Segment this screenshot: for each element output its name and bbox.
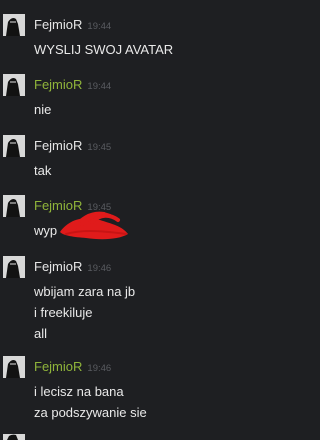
message-line: i lecisz na bana <box>34 384 124 399</box>
message-body: tak <box>34 160 51 181</box>
author-name[interactable]: FejmioR <box>34 138 82 153</box>
timestamp: 19:46 <box>87 263 112 274</box>
message-header: FejmioR 19:44 <box>34 77 111 94</box>
message-body: nie <box>34 99 51 120</box>
message-body: wbijam zara na jb i freekiluje all <box>34 281 135 344</box>
message-line: wbijam zara na jb <box>34 284 136 299</box>
avatar-icon[interactable] <box>3 195 25 217</box>
author-name[interactable]: FejmioR <box>34 359 82 374</box>
message-header: FejmioR 19:46 <box>34 359 111 376</box>
message-line: i freekiluje <box>34 305 93 320</box>
message-body: i lecisz na bana za podszywanie sie <box>34 381 147 423</box>
timestamp: 19:44 <box>87 81 112 92</box>
avatar-icon[interactable] <box>3 74 25 96</box>
avatar-icon[interactable] <box>3 135 25 157</box>
timestamp: 19:44 <box>87 21 112 32</box>
chat-log: FejmioR 19:44 WYSLIJ SWOJ AVATAR FejmioR 1… <box>0 0 294 440</box>
timestamp: 19:45 <box>87 142 112 153</box>
message-line: tak <box>34 163 52 178</box>
timestamp: 19:46 <box>87 363 112 374</box>
message-line: WYSLIJ SWOJ AVATAR <box>34 42 174 57</box>
message-header: FejmioR 19:44 <box>34 17 111 34</box>
message-line: all <box>34 326 48 341</box>
avatar-icon[interactable] <box>3 14 25 36</box>
red-scribble-redaction <box>60 211 128 240</box>
author-name[interactable]: FejmioR <box>34 77 82 92</box>
avatar-icon[interactable] <box>3 356 25 378</box>
message-body: wyp <box>34 220 57 241</box>
avatar-icon[interactable] <box>3 434 25 440</box>
author-name[interactable]: FejmioR <box>34 259 82 274</box>
avatar-icon[interactable] <box>3 256 25 278</box>
message-line: wyp <box>34 223 58 238</box>
message-line: nie <box>34 102 52 117</box>
message-header: FejmioR 19:45 <box>34 138 111 155</box>
message-line: za podszywanie sie <box>34 405 147 420</box>
message-body: WYSLIJ SWOJ AVATAR <box>34 39 173 60</box>
message-header: FejmioR 19:46 <box>34 259 111 276</box>
author-name[interactable]: FejmioR <box>34 17 82 32</box>
